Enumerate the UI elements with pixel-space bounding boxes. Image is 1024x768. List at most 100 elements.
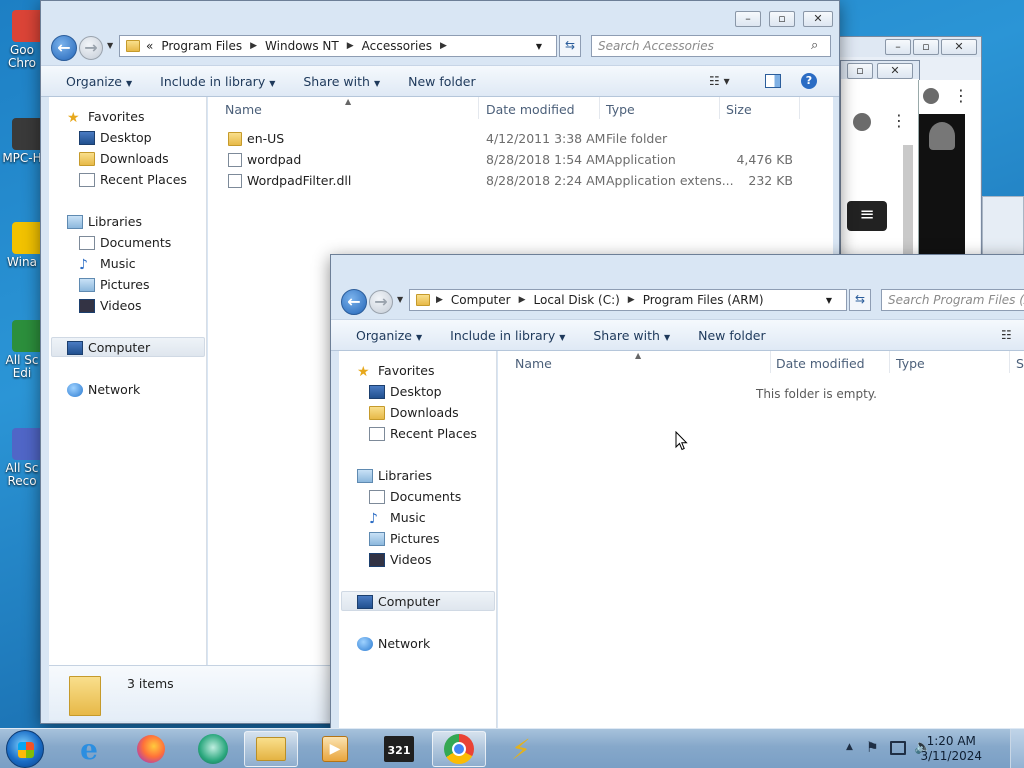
taskbar-internet-explorer[interactable]: e [62,731,116,767]
refresh-button[interactable]: ⇆ [849,289,871,311]
share-with-button[interactable]: Share with ▼ [289,74,394,89]
forward-button[interactable]: → [369,290,393,314]
desktop-shortcut[interactable]: Goo Chro [0,10,44,70]
system-clock[interactable]: 1:20 AM 3/11/2024 [920,734,982,764]
address-dropdown-icon[interactable]: ▼ [826,296,832,305]
include-in-library-button[interactable]: Include in library ▼ [436,328,579,343]
breadcrumb-program-files[interactable]: Program Files [161,39,242,53]
taskbar-firefox[interactable] [124,731,178,767]
nav-desktop[interactable]: Desktop [79,130,152,145]
desktop-shortcut[interactable]: MPC-H [0,118,44,165]
nav-desktop[interactable]: Desktop [369,384,442,399]
recent-pages-chevron-icon[interactable]: ▼ [397,295,403,304]
desktop-shortcut[interactable]: All Sc Reco [0,428,44,488]
taskbar-windows-explorer[interactable] [244,731,298,767]
nav-music[interactable]: ♪ Music [79,256,136,273]
column-size[interactable]: Si [1016,356,1024,371]
nav-computer[interactable]: Computer [357,594,440,609]
include-in-library-button[interactable]: Include in library ▼ [146,74,289,89]
taskbar-app-green[interactable] [186,731,240,767]
menu-kebab-icon[interactable]: ⋮ [891,111,907,130]
breadcrumb-separator-icon[interactable]: ▶ [519,295,526,305]
breadcrumb-overflow[interactable]: « [146,39,153,53]
column-name[interactable]: Name [225,102,262,117]
breadcrumb-separator-icon[interactable]: ▶ [628,295,635,305]
start-button[interactable] [6,730,44,768]
breadcrumb-windows-nt[interactable]: Windows NT [265,39,339,53]
breadcrumb-accessories[interactable]: Accessories [362,39,432,53]
hamburger-button[interactable]: ≡ [847,201,887,231]
restore-button[interactable]: ▫ [847,63,873,79]
close-button-2[interactable]: ✕ [877,63,913,79]
address-dropdown-icon[interactable]: ▼ [536,42,542,51]
address-bar[interactable]: ▶ Computer ▶ Local Disk (C:) ▶ Program Fil… [409,289,847,311]
folder-icon[interactable] [228,132,242,146]
column-type[interactable]: Type [606,102,635,117]
nav-downloads[interactable]: Downloads [79,151,169,166]
breadcrumb-separator-icon[interactable]: ▶ [440,41,447,51]
back-button[interactable]: ← [51,35,77,61]
refresh-button[interactable]: ⇆ [559,35,581,57]
nav-network[interactable]: Network [67,382,140,397]
breadcrumb-separator-icon[interactable]: ▶ [436,295,443,305]
nav-downloads[interactable]: Downloads [369,405,459,420]
action-center-flag-icon[interactable]: ⚑ [866,740,879,756]
title-bar[interactable] [331,255,1024,285]
desktop-shortcut[interactable]: All Sc Edi [0,320,44,380]
nav-computer[interactable]: Computer [67,340,150,355]
preview-pane-icon[interactable] [765,74,781,88]
new-folder-button[interactable]: New folder [394,74,490,89]
organize-button[interactable]: Organize ▼ [331,328,436,343]
taskbar-mpc[interactable]: 321 [372,731,426,767]
nav-music[interactable]: ♪ Music [369,510,426,527]
maximize-button[interactable]: ▫ [913,39,939,55]
profile-icon[interactable] [853,113,871,131]
nav-libraries[interactable]: Libraries [357,468,432,483]
nav-favorites[interactable]: ★ Favorites [67,109,144,126]
nav-documents[interactable]: Documents [369,489,461,504]
close-button[interactable]: ✕ [941,39,977,55]
breadcrumb-program-files-arm[interactable]: Program Files (ARM) [643,293,764,307]
profile-icon-2[interactable] [923,88,939,104]
back-button[interactable]: ← [341,289,367,315]
dll-file-icon[interactable] [228,174,242,188]
show-desktop-button[interactable] [1010,729,1024,768]
column-date-modified[interactable]: Date modified [486,102,575,117]
breadcrumb-separator-icon[interactable]: ▶ [347,41,354,51]
title-bar[interactable]: – ▫ ✕ [41,1,839,31]
nav-network[interactable]: Network [357,636,430,651]
taskbar-media-player[interactable]: ▶ [308,731,362,767]
view-options-icon[interactable]: ☷ [1001,328,1012,342]
menu-kebab-icon-2[interactable]: ⋮ [953,86,969,105]
help-icon[interactable]: ? [801,73,817,89]
taskbar-winamp[interactable]: ⚡ [494,731,548,767]
nav-pictures[interactable]: Pictures [79,277,150,292]
organize-button[interactable]: Organize ▼ [41,74,146,89]
search-input[interactable]: Search Accessories [591,35,831,57]
forward-button[interactable]: → [79,36,103,60]
minimize-button[interactable]: – [885,39,911,55]
column-size[interactable]: Size [726,102,752,117]
network-tray-icon[interactable] [890,741,906,755]
minimize-button[interactable]: – [735,11,761,27]
taskbar-chrome[interactable] [432,731,486,767]
new-folder-button[interactable]: New folder [684,328,780,343]
column-type[interactable]: Type [896,356,925,371]
nav-recent-places[interactable]: Recent Places [79,172,187,187]
close-button[interactable]: ✕ [803,11,833,27]
breadcrumb-computer[interactable]: Computer [451,293,511,307]
show-hidden-icons-icon[interactable]: ▲ [846,742,853,752]
view-options-icon[interactable]: ☷ ▾ [709,74,730,88]
nav-documents[interactable]: Documents [79,235,171,250]
search-icon[interactable]: ⌕ [811,38,818,53]
column-date-modified[interactable]: Date modified [776,356,865,371]
scrollbar[interactable] [903,145,913,255]
column-name[interactable]: Name [515,356,552,371]
nav-recent-places[interactable]: Recent Places [369,426,477,441]
share-with-button[interactable]: Share with ▼ [579,328,684,343]
nav-pictures[interactable]: Pictures [369,531,440,546]
address-bar[interactable]: « Program Files ▶ Windows NT ▶ Accessories… [119,35,557,57]
desktop-shortcut[interactable]: Wina [0,222,44,269]
nav-videos[interactable]: Videos [369,552,432,567]
search-input[interactable]: Search Program Files (ARM) [881,289,1024,311]
